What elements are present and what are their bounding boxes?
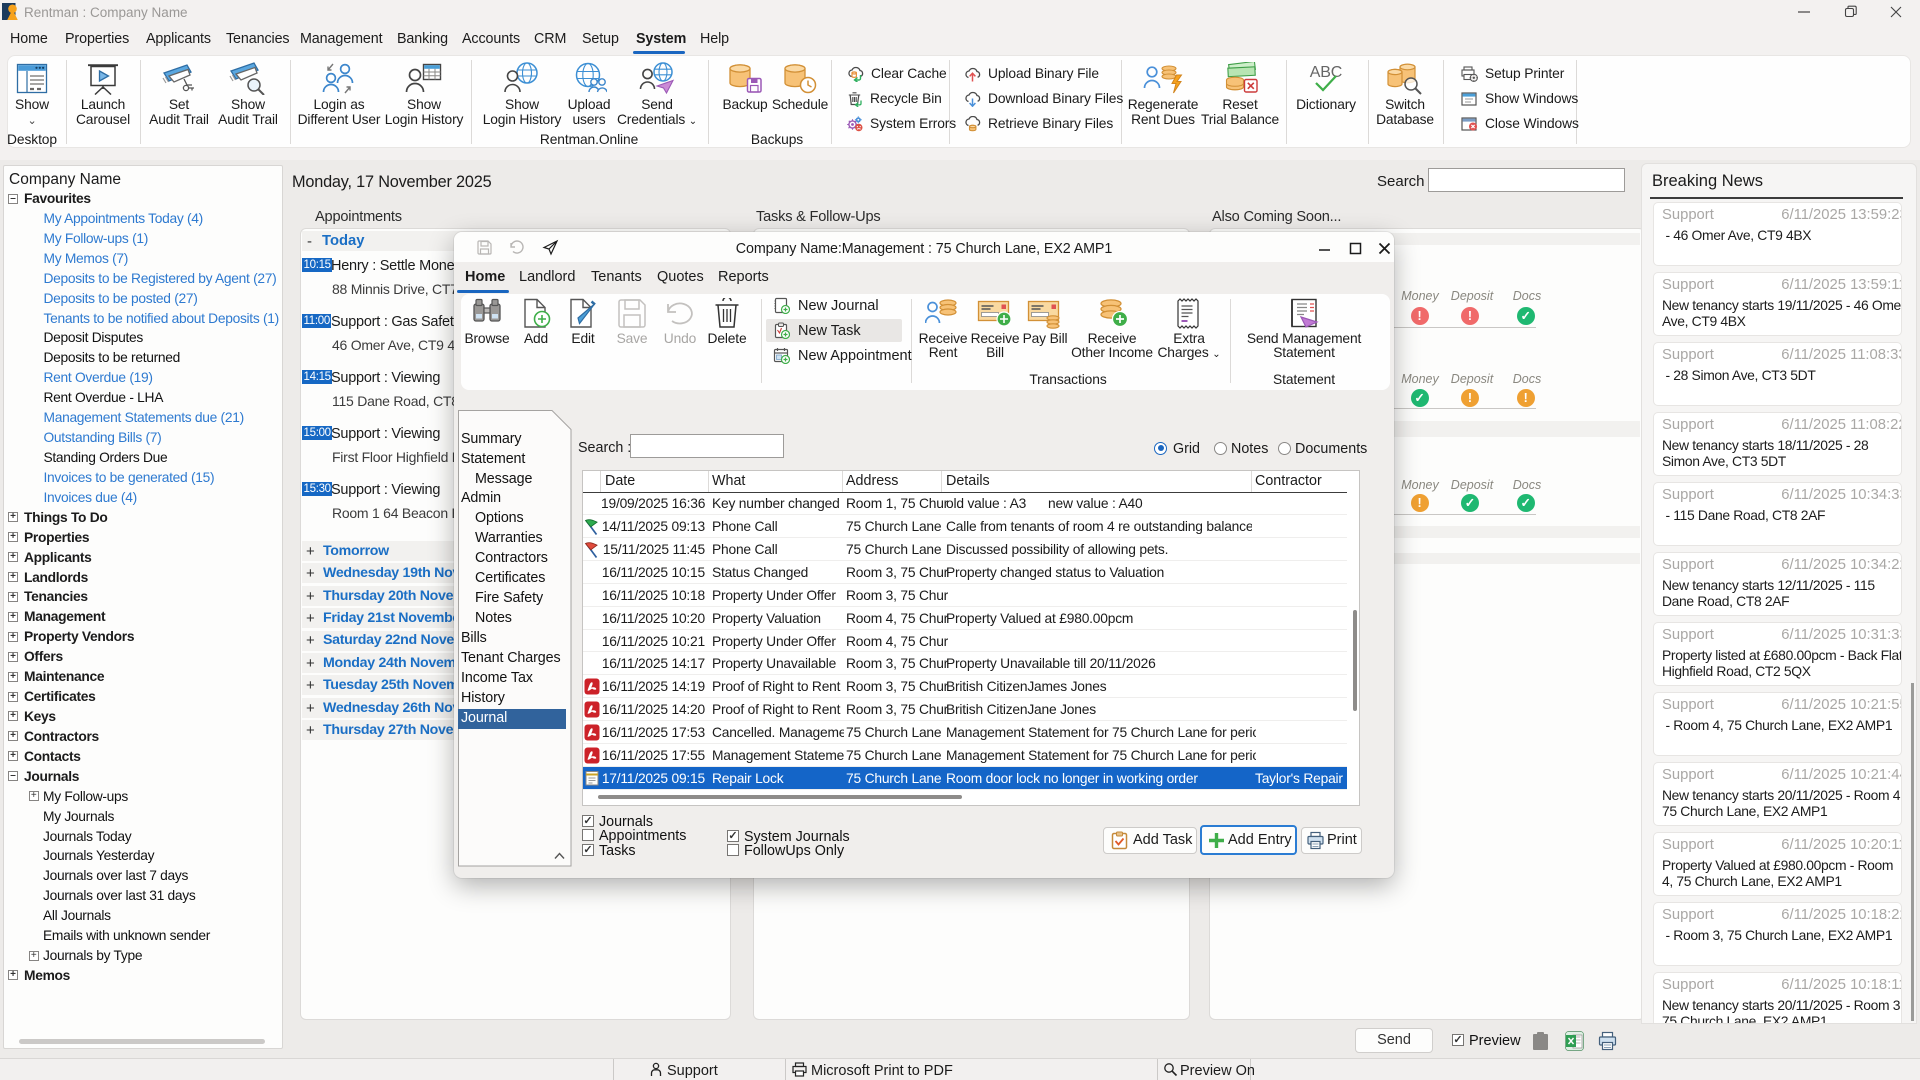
svg-text:ABC: ABC [1310,64,1342,81]
